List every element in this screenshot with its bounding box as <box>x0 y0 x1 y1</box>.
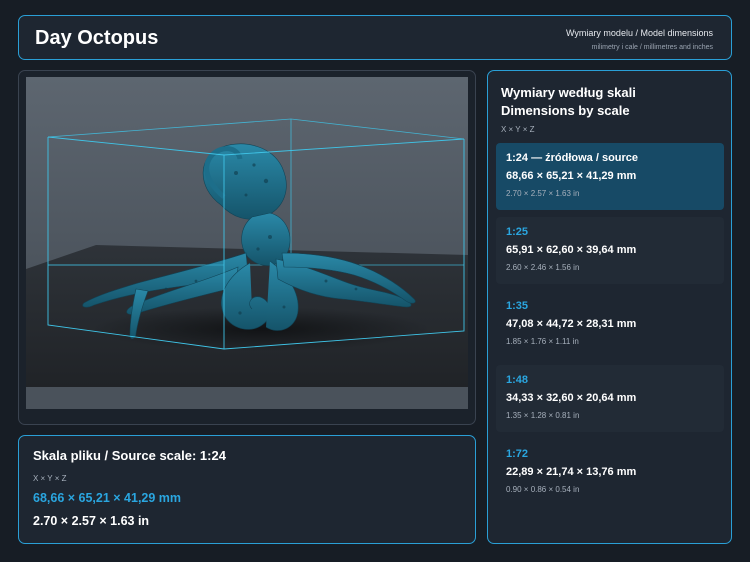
scale-dimensions-mm: 65,91 × 62,60 × 39,64 mm <box>506 244 637 256</box>
source-axes-label: X × Y × Z <box>33 474 67 483</box>
source-dimensions-mm: 68,66 × 65,21 × 41,29 mm <box>33 491 182 505</box>
scale-card-1-24[interactable]: 1:24 — źródłowa / source 68,66 × 65,21 ×… <box>496 143 724 210</box>
header-subtitle: Wymiary modelu / Model dimensions <box>566 28 713 38</box>
scale-label: 1:35 <box>506 300 529 312</box>
scale-dimensions-in: 1.35 × 1.28 × 0.81 in <box>506 411 580 420</box>
scale-dimensions-mm: 34,33 × 32,60 × 20,64 mm <box>506 392 637 404</box>
source-dimensions-in: 2.70 × 2.57 × 1.63 in <box>33 514 150 528</box>
source-scale-heading: Skala pliku / Source scale: 1:24 <box>33 448 226 463</box>
model-preview <box>18 70 476 425</box>
scale-list-heading-pl: Wymiary według skali <box>501 85 636 100</box>
scale-label: 1:72 <box>506 448 529 460</box>
scale-dimensions-mm: 47,08 × 44,72 × 28,31 mm <box>506 318 637 330</box>
scale-dimensions-in: 1.85 × 1.76 × 1.11 in <box>506 337 579 346</box>
page-title: Day Octopus <box>35 27 159 49</box>
header-units-note: milimetry i cale / millimetres and inche… <box>591 44 713 51</box>
scale-dimensions-in: 2.70 × 2.57 × 1.63 in <box>506 189 580 198</box>
source-scale-panel: Skala pliku / Source scale: 1:24 X × Y ×… <box>18 435 476 544</box>
scale-label: 1:24 — źródłowa / source <box>506 152 639 164</box>
scale-list-heading: Wymiary według skali Dimensions by scale <box>501 84 636 120</box>
scale-dimensions-in: 2.60 × 2.46 × 1.56 in <box>506 263 580 272</box>
scale-label: 1:25 <box>506 226 529 238</box>
scale-dimensions-mm: 68,66 × 65,21 × 41,29 mm <box>506 170 637 182</box>
scale-card-1-35[interactable]: 1:35 47,08 × 44,72 × 28,31 mm 1.85 × 1.7… <box>496 291 724 358</box>
scale-card-1-72[interactable]: 1:72 22,89 × 21,74 × 13,76 mm 0.90 × 0.8… <box>496 439 724 506</box>
model-render-image <box>26 77 468 409</box>
scale-list-heading-en: Dimensions by scale <box>501 103 630 118</box>
header-panel: Day Octopus Wymiary modelu / Model dimen… <box>18 15 732 60</box>
scale-label: 1:48 <box>506 374 529 386</box>
scale-dimensions-in: 0.90 × 0.86 × 0.54 in <box>506 485 580 494</box>
scale-card-1-25[interactable]: 1:25 65,91 × 62,60 × 39,64 mm 2.60 × 2.4… <box>496 217 724 284</box>
scale-axes-label: X × Y × Z <box>501 125 535 134</box>
scale-card-1-48[interactable]: 1:48 34,33 × 32,60 × 20,64 mm 1.35 × 1.2… <box>496 365 724 432</box>
scale-dimensions-mm: 22,89 × 21,74 × 13,76 mm <box>506 466 637 478</box>
scale-list-panel: Wymiary według skali Dimensions by scale… <box>487 70 732 544</box>
